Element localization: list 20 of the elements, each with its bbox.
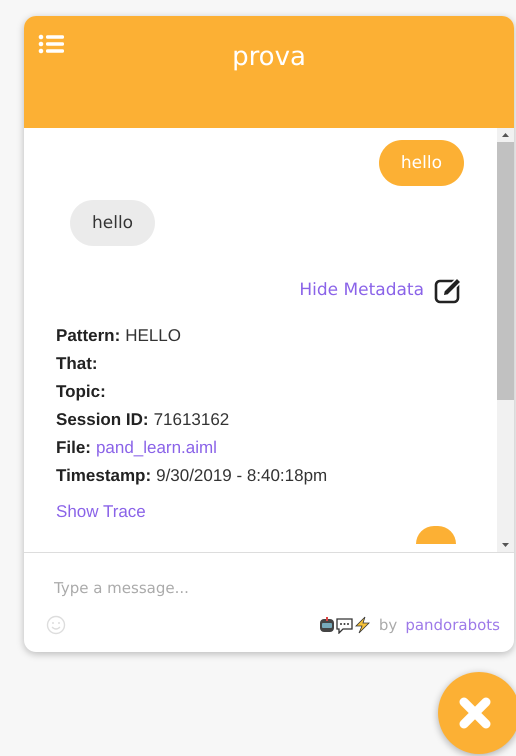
user-message: hello bbox=[378, 140, 464, 186]
metadata-line: Pattern: HELLO bbox=[56, 325, 182, 347]
show-trace-link[interactable]: Show Trace bbox=[56, 502, 146, 522]
scrollbar[interactable] bbox=[497, 128, 514, 552]
hide-metadata-link[interactable]: Hide Metadata bbox=[299, 280, 424, 300]
brand-link[interactable]: pandorabots bbox=[405, 616, 500, 634]
metadata-line: Session ID: 71613162 bbox=[56, 409, 230, 431]
by-label: by bbox=[378, 616, 398, 634]
chat-title: prova bbox=[232, 42, 306, 74]
bot-message: hello bbox=[70, 200, 156, 246]
emoji-icon[interactable] bbox=[46, 615, 66, 635]
close-icon[interactable] bbox=[458, 696, 492, 730]
scroll-thumb[interactable] bbox=[497, 142, 514, 400]
metadata-line: Timestamp: 9/30/2019 - 8:40:18pm bbox=[56, 465, 328, 487]
metadata-line: Topic: bbox=[56, 381, 107, 403]
metadata-line: File: pand_learn.aiml bbox=[56, 437, 218, 459]
user-message bbox=[416, 526, 456, 544]
menu-icon[interactable] bbox=[38, 34, 64, 54]
close-button[interactable] bbox=[438, 672, 516, 754]
metadata-line: That: bbox=[56, 353, 99, 375]
